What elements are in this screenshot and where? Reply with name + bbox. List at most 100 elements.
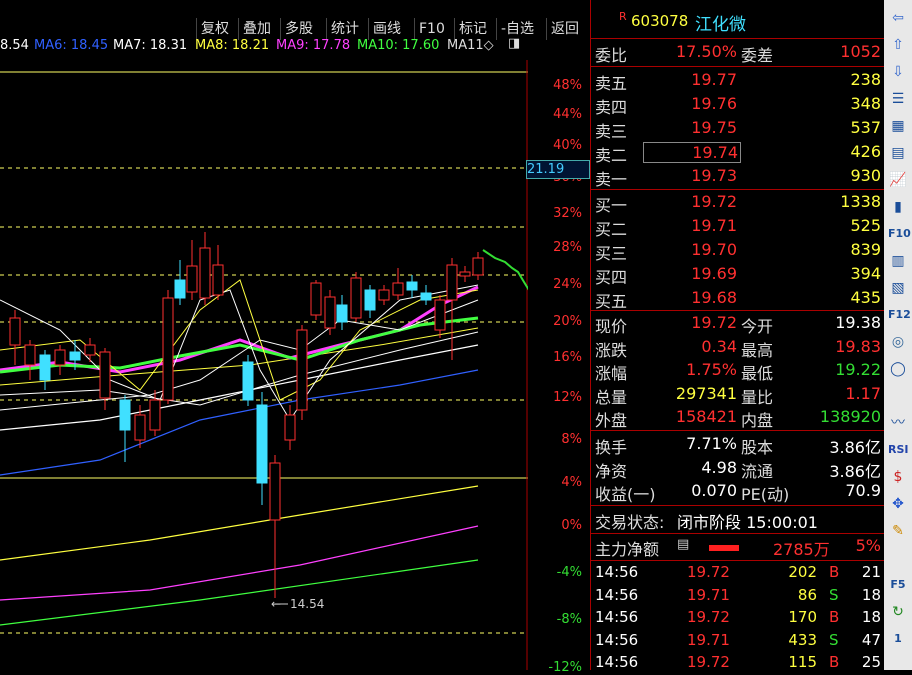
arrow-down-icon[interactable]: ⇩ <box>888 62 908 82</box>
tool-strip: ⇦ ⇧ ⇩ ☰ ▦ ▤ 📈 ▮ F10 ▥ ▧ F12 ◎ ◯ 〰 RSI $ ✥ ✎ F5 ↻ 1 <box>884 0 912 670</box>
quote-value: 19.72 <box>691 313 737 332</box>
tick-volume: 115 <box>788 653 817 671</box>
pencil-icon[interactable]: ✎ <box>888 521 908 541</box>
quote-label: 涨跌 <box>595 340 628 360</box>
tick-time: 14:56 <box>595 563 639 581</box>
quote-value: 297341 <box>675 383 737 403</box>
candle-body <box>162 297 174 401</box>
candle-body <box>212 264 224 296</box>
candle-body <box>472 257 484 276</box>
buy-volume: 525 <box>850 216 881 235</box>
quote-row: 现价 19.72 今开 19.38 <box>591 313 885 337</box>
stat-value-2: 3.86亿 <box>829 461 881 481</box>
candle-body <box>392 282 404 296</box>
quote-value: 1.75% <box>686 360 737 379</box>
sell-volume: 537 <box>850 118 881 137</box>
tick-price: 19.71 <box>687 585 730 604</box>
quote-label: 现价 <box>595 317 628 336</box>
quote-value-2: 19.38 <box>835 313 881 332</box>
ma10-value: MA10: 17.60 <box>357 38 440 53</box>
sell-volume: 348 <box>850 94 881 113</box>
line-chart-icon[interactable]: 📈 <box>888 170 908 190</box>
tick-price: 19.72 <box>687 608 730 626</box>
weibi-value: 17.50% <box>675 42 737 61</box>
f12-icon[interactable]: F12 <box>888 305 911 325</box>
order-book-sell-row: 卖五 19.77 238 <box>591 70 885 94</box>
arrow-left-icon[interactable]: ⇦ <box>888 8 908 28</box>
list-icon[interactable]: ☰ <box>888 89 908 109</box>
tick-time: 14:56 <box>595 608 639 626</box>
buy-volume: 1338 <box>840 192 881 211</box>
kline-chart[interactable]: 14.54 ← <box>0 60 528 670</box>
dollar-icon[interactable]: $ <box>888 467 908 487</box>
ma-legend: 8.54 MA6: 18.45 MA7: 18.31 MA8: 18.21 MA… <box>0 36 528 58</box>
stat-label-2: PE(动) <box>741 485 790 504</box>
quote-value-2: 19.83 <box>835 336 881 356</box>
mainforce-row[interactable]: 主力净额 ▤ 2785万 5% <box>591 536 885 560</box>
candle-body <box>459 271 471 277</box>
quote-label: 总量 <box>595 387 628 407</box>
sell-price: 19.73 <box>691 166 737 185</box>
sell-volume: 930 <box>850 166 881 185</box>
quote-row: 涨幅 1.75% 最低 19.22 <box>591 360 885 384</box>
move-icon[interactable]: ✥ <box>888 494 908 514</box>
pct-label: 0% <box>561 518 582 533</box>
order-book-buy-row: 买一 19.72 1338 <box>591 192 885 216</box>
ma11-value[interactable]: MA11◇ <box>447 38 494 53</box>
trade-status-row: 交易状态: 闭市阶段 15:00:01 <box>591 509 885 533</box>
low-arrow-icon: ← <box>271 597 281 611</box>
pct-label: 48% <box>553 78 582 93</box>
moving-average-line <box>0 525 479 601</box>
table-icon[interactable]: ▤ <box>677 537 689 552</box>
quote-label: 外盘 <box>595 411 628 430</box>
pct-label: 4% <box>561 475 582 490</box>
stat-label-2: 流通 <box>741 461 774 481</box>
wave-icon[interactable]: 〰 <box>888 413 908 433</box>
stat-label: 收益(一) <box>595 485 656 504</box>
flag-badge: R <box>619 10 627 23</box>
pct-label: -4% <box>556 565 582 580</box>
settings-square-icon[interactable]: ◨ <box>508 36 520 51</box>
candle-body <box>324 296 336 329</box>
order-book-buy-row: 买三 19.70 839 <box>591 240 885 264</box>
buy-level-label: 买一 <box>595 196 628 215</box>
f5-icon[interactable]: F5 <box>888 575 908 595</box>
order-book-buy-row: 买五 19.68 435 <box>591 288 885 312</box>
circle-icon[interactable]: ◯ <box>888 359 908 379</box>
mainforce-bar <box>709 545 739 551</box>
candle-body <box>434 299 446 331</box>
kline-icon[interactable]: ▮ <box>888 197 908 217</box>
arrow-up-icon[interactable]: ⇧ <box>888 35 908 55</box>
note-icon[interactable]: ▧ <box>888 278 908 298</box>
tick-time: 14:56 <box>595 585 639 604</box>
buy-level-label: 买三 <box>595 244 628 263</box>
buy-volume: 839 <box>850 240 881 259</box>
weicha-label: 委差 <box>741 46 774 65</box>
table-icon[interactable]: ▦ <box>888 116 908 136</box>
ring-icon[interactable]: ◎ <box>888 332 908 352</box>
intraday-price-line <box>482 249 528 291</box>
quote-row: 外盘 158421 内盘 138920 <box>591 407 885 431</box>
refresh-icon[interactable]: ↻ <box>888 602 908 622</box>
candle-body <box>39 354 51 381</box>
quote-value-2: 1.17 <box>845 383 881 403</box>
fund-icon[interactable]: ▥ <box>888 251 908 271</box>
candle-body <box>24 344 36 366</box>
quote-panel: R 603078 江化微 委比 17.50% 委差 1052 交易状态: 闭市阶… <box>590 0 885 671</box>
quote-value: 0.34 <box>701 336 737 356</box>
ma8-value: MA8: 18.21 <box>195 38 270 53</box>
pct-label: 12% <box>553 390 582 405</box>
one-icon[interactable]: 1 <box>888 629 908 649</box>
back-button[interactable]: 返回 <box>546 18 583 40</box>
f10-icon[interactable]: F10 <box>888 224 911 244</box>
candle-body <box>186 265 198 293</box>
report-icon[interactable]: ▤ <box>888 143 908 163</box>
tick-volume: 86 <box>797 585 817 604</box>
stock-code: 603078 <box>631 12 689 30</box>
candle-body <box>84 344 96 356</box>
stat-label: 换手 <box>595 438 628 457</box>
stock-header: R 603078 江化微 <box>591 10 885 36</box>
quote-value-2: 19.22 <box>835 360 881 379</box>
rsi-icon[interactable]: RSI <box>888 440 909 460</box>
mainforce-pct: 5% <box>855 536 881 555</box>
